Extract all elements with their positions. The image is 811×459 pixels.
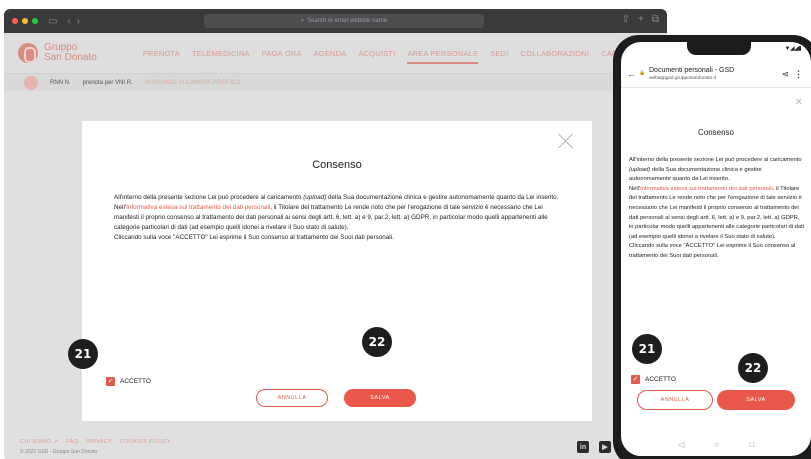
nav-item-prenota[interactable]: PRENOTA (143, 49, 180, 58)
nav-item-paga-ora[interactable]: PAGA ORA (262, 49, 302, 58)
nav-item-agenda[interactable]: AGENDA (314, 49, 347, 58)
consent-text-part: All'interno della presente sezione Lei p… (629, 157, 802, 163)
consent-text-part: , il Titolare del trattamento Le rende n… (629, 185, 804, 240)
gsd-logo-icon[interactable] (18, 43, 38, 63)
brand-line-2: San Donato (44, 52, 97, 63)
footer-link-privacy[interactable]: PRIVACY (86, 439, 112, 445)
callout-badge-checkbox: 21 (68, 339, 98, 369)
status-bar-icons: ▼◢◢▮ (784, 46, 802, 52)
consent-text-emphasis: (upload) (629, 166, 651, 173)
accept-checkbox[interactable]: ✓ (106, 377, 115, 386)
change-profile-link[interactable]: AGGIUNGI O CAMBIA PROFILO (145, 80, 241, 86)
consent-text-emphasis: (upload) (303, 194, 327, 201)
nav-item-acquisti[interactable]: ACQUISTI (358, 49, 395, 58)
lock-icon: 🔒 (639, 70, 646, 76)
consent-text-part: della Sua documentazione clinica e gesti… (326, 194, 559, 201)
nav-item-sedi[interactable]: SEDI (490, 49, 508, 58)
phone-notch (687, 42, 751, 55)
youtube-icon[interactable]: ▶ (599, 441, 611, 453)
mobile-browser-toolbar: ← 🔒 Documenti personali - GSD webappgsd.… (621, 62, 811, 88)
privacy-policy-link[interactable]: Informativa estesa sul trattamento dei d… (640, 186, 773, 192)
main-nav: PRENOTA TELEMEDICINA PAGA ORA AGENDA ACQ… (143, 49, 626, 64)
screenshot-stage: ▭ ‹ › ⌕ Search or enter website name ⇧ +… (0, 0, 811, 459)
accept-checkbox-row[interactable]: ✓ ACCETTO (106, 377, 151, 386)
booking-for-text: prenota per VNI R. (82, 79, 133, 86)
website-page: Gruppo San Donato PRENOTA TELEMEDICINA P… (4, 33, 667, 459)
mobile-screen: ▼◢◢▮ ← 🔒 Documenti personali - GSD webap… (621, 42, 811, 456)
brand-name[interactable]: Gruppo San Donato (44, 43, 97, 63)
overflow-menu-icon[interactable]: ⋮ (794, 69, 803, 80)
save-button[interactable]: SALVA (344, 389, 416, 407)
footer-copyright: © 2022 GSD - Gruppo San Donato (20, 449, 98, 455)
consent-paragraph-3: Cliccando sulla voce "ACCETTO" Lei espri… (629, 243, 796, 259)
forward-icon[interactable]: › (77, 16, 80, 27)
consent-paragraph-2: Nell'Informativa estesa sul trattamento … (114, 203, 562, 233)
search-icon: ⌕ (300, 17, 305, 24)
consent-text-part: Nell' (629, 185, 641, 192)
new-tab-icon[interactable]: + (638, 14, 644, 25)
consent-paragraph-1: All'interno della presente sezione Lei p… (114, 193, 562, 203)
consent-modal: Consenso All'interno della presente sezi… (82, 121, 592, 421)
share-icon[interactable]: ⇧ (622, 14, 630, 25)
close-icon[interactable]: ✕ (795, 97, 803, 108)
callout-badge-checkbox-mobile: 21 (632, 334, 662, 364)
cancel-button[interactable]: ANNULLA (256, 389, 328, 407)
nav-item-telemedicina[interactable]: TELEMEDICINA (192, 49, 250, 58)
nav-item-collaborazioni[interactable]: COLLABORAZIONI (521, 49, 590, 58)
nav-back-icon[interactable]: ◁ (678, 440, 684, 449)
profile-subbar: RNN N. prenota per VNI R. AGGIUNGI O CAM… (4, 73, 667, 91)
mobile-page-url[interactable]: webappgsd.grupposandonato.it (649, 76, 716, 81)
address-bar-placeholder: Search or enter website name (307, 18, 388, 24)
cancel-button[interactable]: ANNULLA (637, 390, 713, 410)
back-icon[interactable]: ‹ (67, 16, 70, 27)
browser-toolbar: ▭ ‹ › ⌕ Search or enter website name ⇧ +… (4, 9, 667, 33)
site-footer: CHI SIAMO ↗ FAQ PRIVACY COOKIES POLICY ©… (20, 439, 171, 455)
tabs-overview-icon[interactable]: ⧉ (652, 14, 659, 25)
site-header: Gruppo San Donato PRENOTA TELEMEDICINA P… (4, 33, 667, 73)
consent-text: All'interno della presente sezione Lei p… (114, 193, 562, 243)
callout-badge-save: 22 (362, 327, 392, 357)
user-name: RNN N. (50, 79, 71, 86)
consent-paragraph-2: Nell'Informativa estesa sul trattamento … (629, 185, 805, 243)
modal-title: Consenso (697, 128, 735, 137)
nav-item-area-personale[interactable]: AREA PERSONALE (407, 49, 478, 64)
nav-recents-icon[interactable]: □ (749, 440, 754, 449)
android-nav-bar: ◁ ○ □ (621, 432, 811, 456)
minimize-window-button[interactable] (22, 18, 28, 24)
footer-link-cookies[interactable]: COOKIES POLICY (120, 439, 171, 445)
callout-badge-save-mobile: 22 (738, 353, 768, 383)
zoom-window-button[interactable] (32, 18, 38, 24)
footer-link-faq[interactable]: FAQ (66, 439, 78, 445)
accept-checkbox-label[interactable]: ACCETTO (120, 378, 151, 385)
mobile-page-title: Documenti personali - GSD (649, 67, 735, 74)
close-window-button[interactable] (12, 18, 18, 24)
linkedin-icon[interactable]: in (577, 441, 589, 453)
back-arrow-icon[interactable]: ← (627, 69, 636, 79)
window-controls (12, 18, 38, 24)
accept-checkbox-row[interactable]: ✓ ACCETTO (631, 375, 676, 384)
sidebar-toggle-icon[interactable]: ▭ (48, 16, 57, 27)
consent-paragraph-3: Cliccando sulla voce "ACCETTO" Lei espri… (114, 234, 394, 241)
consent-text: All'interno della presente sezione Lei p… (629, 156, 805, 262)
address-bar[interactable]: ⌕ Search or enter website name (204, 14, 484, 28)
close-icon[interactable] (558, 133, 574, 149)
mobile-phone-frame: ▼◢◢▮ ← 🔒 Documenti personali - GSD webap… (613, 35, 811, 459)
share-icon[interactable]: ⋖ (781, 69, 789, 80)
consent-text-part: Nell' (114, 204, 127, 211)
modal-title: Consenso (312, 159, 362, 171)
browser-actions: ⇧ + ⧉ (622, 14, 659, 25)
accept-checkbox-label[interactable]: ACCETTO (645, 376, 676, 383)
save-button[interactable]: SALVA (717, 390, 795, 410)
nav-home-icon[interactable]: ○ (714, 440, 719, 449)
privacy-policy-link[interactable]: Informativa estesa sul trattamento dei d… (126, 204, 270, 211)
consent-paragraph-1: All'interno della presente sezione Lei p… (629, 156, 805, 185)
accept-checkbox[interactable]: ✓ (631, 375, 640, 384)
consent-text-part: All'interno della presente sezione Lei p… (114, 194, 304, 201)
footer-link-chi-siamo[interactable]: CHI SIAMO ↗ (20, 439, 58, 445)
desktop-browser-window: ▭ ‹ › ⌕ Search or enter website name ⇧ +… (4, 9, 667, 459)
social-links: in ▶ (577, 441, 611, 453)
user-avatar-icon[interactable] (24, 75, 38, 90)
